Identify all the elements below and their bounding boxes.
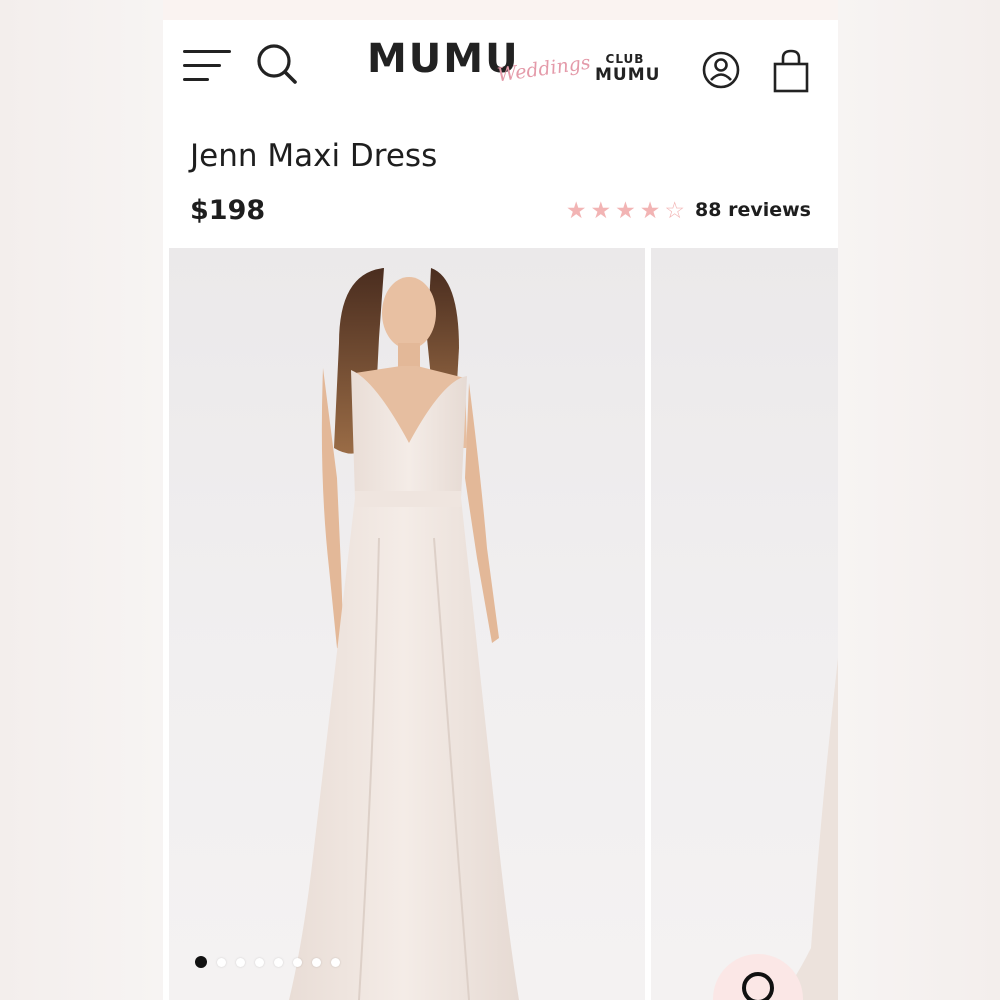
- shopping-bag-icon: [773, 49, 809, 93]
- brand-logo[interactable]: MUMU Weddings: [367, 36, 597, 96]
- star-rating: ★ ★ ★ ★ ☆: [566, 198, 685, 222]
- carousel-dot[interactable]: [217, 957, 226, 967]
- next-product-image[interactable]: [651, 248, 838, 1000]
- carousel-dots: [195, 956, 340, 968]
- menu-button[interactable]: [183, 48, 233, 84]
- club-brand: MUMU: [595, 65, 661, 85]
- account-icon: [702, 51, 740, 89]
- carousel-dot[interactable]: [312, 957, 321, 967]
- carousel-dot[interactable]: [293, 957, 302, 967]
- carousel-dot[interactable]: [255, 957, 264, 967]
- zoom-button[interactable]: [713, 954, 803, 1000]
- product-title: Jenn Maxi Dress: [190, 138, 438, 174]
- menu-icon: [183, 50, 231, 53]
- account-button[interactable]: [701, 50, 741, 90]
- carousel-dot[interactable]: [236, 957, 245, 967]
- carousel-dot[interactable]: [331, 957, 340, 967]
- club-label: CLUB: [605, 52, 645, 66]
- cart-button[interactable]: [772, 48, 810, 94]
- search-button[interactable]: [255, 42, 299, 86]
- image-gallery[interactable]: [163, 248, 838, 1000]
- star-icon: ★: [615, 197, 636, 223]
- menu-icon: [183, 78, 209, 81]
- club-mumu-link[interactable]: CLUB MUMU: [595, 52, 661, 85]
- star-icon: ★: [565, 197, 587, 223]
- reviews-link[interactable]: 88 reviews: [695, 199, 811, 221]
- star-icon: ☆: [664, 197, 686, 223]
- carousel-dot[interactable]: [274, 957, 283, 967]
- carousel-dot[interactable]: [195, 956, 207, 968]
- top-strip: [163, 0, 838, 20]
- product-price: $198: [190, 195, 266, 226]
- rating-summary[interactable]: ★ ★ ★ ★ ☆ 88 reviews: [566, 198, 811, 222]
- site-header: MUMU Weddings CLUB MUMU: [163, 20, 838, 120]
- product-summary: Jenn Maxi Dress $198 ★ ★ ★ ★ ☆ 88 reviews: [163, 120, 838, 248]
- zoom-icon: [742, 972, 774, 1000]
- star-icon: ★: [590, 197, 612, 223]
- menu-icon: [183, 64, 221, 67]
- search-icon: [257, 44, 297, 84]
- product-page: MUMU Weddings CLUB MUMU Jenn Maxi Dress …: [163, 20, 838, 1000]
- dress-hem: [776, 658, 838, 1000]
- star-icon: ★: [639, 197, 661, 223]
- model-figure: [289, 268, 519, 1000]
- product-image[interactable]: [169, 248, 645, 1000]
